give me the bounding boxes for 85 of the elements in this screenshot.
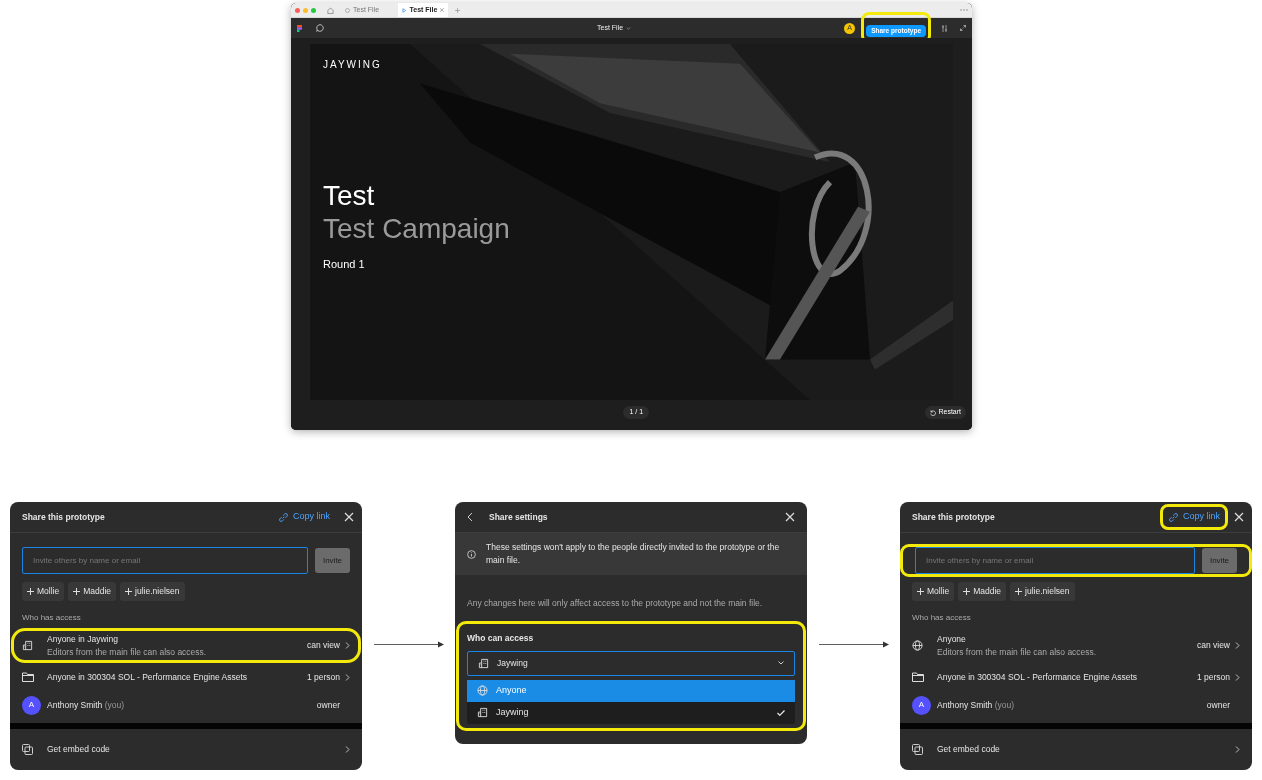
play-icon <box>402 7 407 13</box>
home-icon[interactable] <box>327 6 334 14</box>
access-row[interactable]: A Anthony Smith (you) owner <box>901 691 1251 719</box>
embed-label: Get embed code <box>47 743 111 756</box>
access-title: Anyone in Jaywing <box>47 632 119 646</box>
expand-icon[interactable] <box>960 25 966 31</box>
suggestion-chip[interactable]: Mollie <box>912 582 955 601</box>
plus-icon <box>27 588 34 595</box>
plus-icon <box>1015 588 1023 595</box>
suggestion-chip[interactable]: Maddie <box>958 582 1007 601</box>
chevron-right-icon <box>345 746 350 753</box>
section-label: Who has access <box>912 612 972 624</box>
invite-field[interactable]: Invite others by name or email <box>22 547 308 574</box>
building-icon <box>477 707 488 718</box>
panel-title: Share this prototype <box>912 510 996 524</box>
copy-link-button[interactable]: Copy link <box>270 510 338 524</box>
user-avatar: A <box>912 695 931 715</box>
building-icon <box>478 657 489 669</box>
folder-icon <box>22 672 34 682</box>
access-row[interactable]: Anyone in 300304 SOL - Performance Engine Assets 1 person <box>901 663 1251 691</box>
arrow-icon <box>818 641 889 648</box>
info-icon <box>467 549 476 559</box>
slide-subtitle: Test Campaign <box>323 212 511 246</box>
embed-label: Get embed code <box>937 743 1001 756</box>
access-level: owner <box>316 698 340 712</box>
caret-icon <box>626 26 632 30</box>
check-icon <box>777 709 785 716</box>
copy-link-button[interactable]: Copy link <box>1168 510 1220 524</box>
access-select[interactable]: Jaywing <box>467 650 795 676</box>
link-icon <box>1168 511 1179 523</box>
globe-icon <box>477 685 488 696</box>
access-title: Anyone in 300304 SOL - Performance Engine Assets <box>937 670 1139 684</box>
plus-icon <box>963 588 971 595</box>
access-row[interactable]: Anyone in Jaywing Editors from the main file can also access. can view <box>11 628 361 663</box>
panel-title: Share settings <box>489 510 549 524</box>
back-icon[interactable] <box>467 512 473 522</box>
access-note: Editors from the main file can also access. <box>937 645 1098 659</box>
embed-row[interactable]: Get embed code <box>900 729 1252 770</box>
logo-icon[interactable] <box>297 24 302 32</box>
access-title: Anyone in 300304 SOL - Performance Engine Assets <box>47 670 249 684</box>
link-icon <box>278 511 289 523</box>
access-level: can view <box>306 639 340 652</box>
access-level: 1 person <box>1196 670 1230 684</box>
sliders-icon[interactable] <box>941 24 948 32</box>
description-text: Any changes here will only affect access to the prototype and not the main file. <box>467 597 764 610</box>
slide-logo: JAYWING <box>323 58 383 72</box>
building-icon <box>22 640 33 651</box>
user-avatar: A <box>22 695 41 715</box>
plus-icon <box>73 588 81 595</box>
suggestion-chip[interactable]: Mollie <box>22 582 65 601</box>
suggestion-chip[interactable]: julie.nielsen <box>1010 582 1075 601</box>
folder-icon <box>912 672 924 682</box>
access-row[interactable]: A Anthony Smith (you) owner <box>11 691 361 719</box>
arrow-icon <box>373 641 444 648</box>
dropdown-option[interactable]: Anyone <box>467 679 795 702</box>
access-title: Anyone <box>937 632 967 646</box>
copy-icon <box>22 744 33 755</box>
invite-field[interactable]: Invite others by name or email <box>915 547 1195 574</box>
access-row[interactable]: Anyone in 300304 SOL - Performance Engine Assets 1 person <box>11 663 361 691</box>
section-label: Who has access <box>22 612 82 624</box>
access-note: Editors from the main file can also access. <box>47 645 208 659</box>
plus-icon <box>917 588 924 595</box>
access-row[interactable]: Anyone Editors from the main file can also access. can view <box>901 628 1251 663</box>
slide-title: Test <box>323 180 376 212</box>
globe-icon <box>912 640 923 651</box>
chevron-right-icon <box>1235 746 1240 753</box>
panel-title: Share this prototype <box>22 510 106 524</box>
field-label: Who can access <box>467 631 535 645</box>
access-level: 1 person <box>306 670 340 684</box>
plus-icon <box>125 588 133 595</box>
suggestion-chip[interactable]: julie.nielsen <box>120 582 185 601</box>
clock-icon <box>345 7 350 13</box>
copy-icon <box>912 744 923 755</box>
notice-text: These settings won't apply to the people directly invited to the prototype or the main file. <box>486 541 781 567</box>
access-level: can view <box>1196 639 1230 652</box>
slide-round: Round 1 <box>323 257 366 272</box>
comment-icon[interactable] <box>316 24 324 32</box>
restart-icon <box>930 409 937 416</box>
access-level: owner <box>1206 698 1230 712</box>
dropdown-option[interactable]: Jaywing <box>467 701 795 724</box>
caret-icon <box>778 661 784 665</box>
embed-row[interactable]: Get embed code <box>10 729 362 770</box>
access-title: Anthony Smith (you) <box>937 698 1016 712</box>
access-title: Anthony Smith (you) <box>47 698 126 712</box>
suggestion-chip[interactable]: Maddie <box>68 582 117 601</box>
